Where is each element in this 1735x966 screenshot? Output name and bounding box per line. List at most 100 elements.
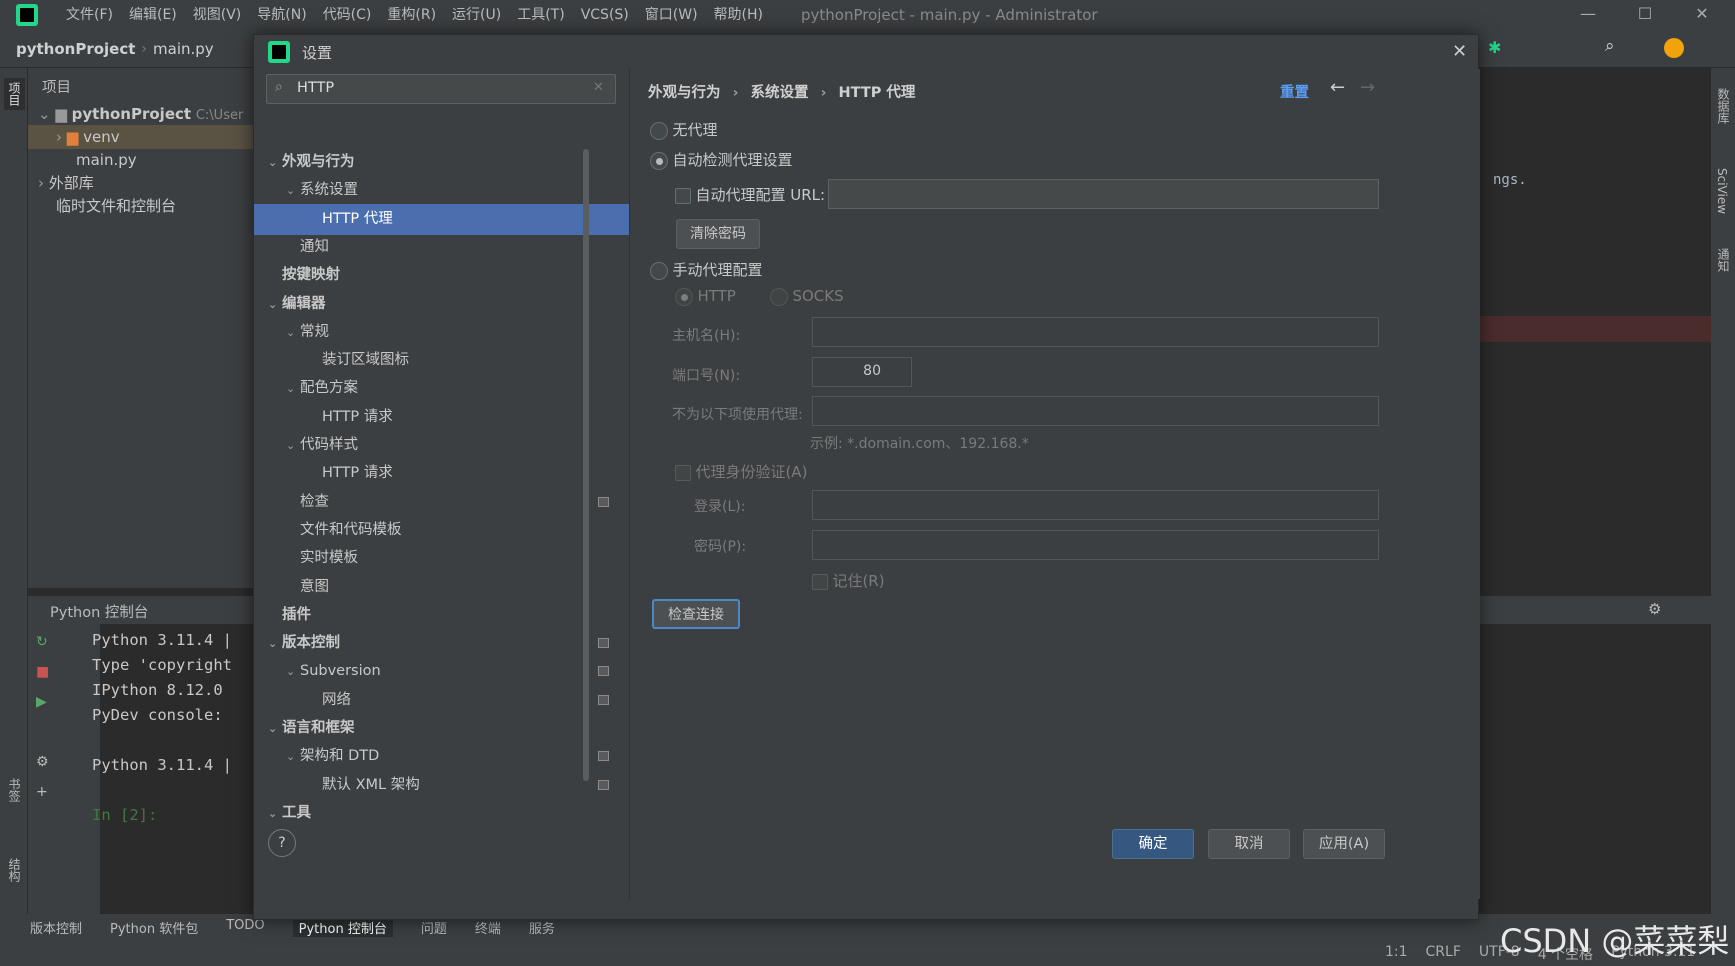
settings-nav-item[interactable]: 意图 xyxy=(254,572,629,603)
settings-nav-item[interactable]: ⌄ 编辑器 xyxy=(254,289,629,320)
settings-nav-item[interactable]: 按键映射 xyxy=(254,260,629,291)
password-field[interactable] xyxy=(812,530,1379,560)
settings-icon[interactable]: ⚙ xyxy=(36,754,49,770)
menu-item[interactable]: 工具(T) xyxy=(509,0,572,30)
clear-password-button[interactable]: 清除密码 xyxy=(676,219,760,249)
auto-url-checkbox[interactable] xyxy=(675,188,691,204)
settings-nav-item[interactable]: ⌄ 语言和框架 xyxy=(254,713,629,744)
remember-checkbox[interactable] xyxy=(812,574,828,590)
bottom-tool-tab[interactable]: 服务 xyxy=(529,918,555,937)
settings-nav-item[interactable]: ⌄ 配色方案 xyxy=(254,373,629,404)
settings-nav-item[interactable]: ⌄ Subversion xyxy=(254,656,629,687)
tree-item-scratches[interactable]: 临时文件和控制台 xyxy=(56,194,176,218)
settings-nav-item[interactable]: ⌄ 架构和 DTD xyxy=(254,741,629,772)
settings-nav-item[interactable]: ⌄ 版本控制 xyxy=(254,628,629,659)
status-position[interactable]: 1:1 xyxy=(1385,944,1408,964)
settings-gear-icon[interactable]: ⚙ xyxy=(1648,600,1661,618)
stop-icon[interactable]: ■ xyxy=(36,664,49,680)
auto-detect-radio[interactable] xyxy=(650,152,668,170)
forward-arrow-icon[interactable]: → xyxy=(1360,77,1375,98)
rerun-icon[interactable]: ↻ xyxy=(36,634,48,650)
notifications-tool-tab[interactable]: 通知 xyxy=(1715,248,1732,272)
menu-item[interactable]: VCS(S) xyxy=(573,0,637,30)
settings-nav-item[interactable]: 通知 xyxy=(254,232,629,263)
bottom-tool-tab[interactable]: 版本控制 xyxy=(30,918,82,937)
settings-nav-item[interactable]: ⌄ 代码样式 xyxy=(254,430,629,461)
run-icon[interactable]: ▶ xyxy=(36,694,47,710)
bottom-tool-tab[interactable]: 问题 xyxy=(421,918,447,937)
login-field[interactable] xyxy=(812,490,1379,520)
menu-item[interactable]: 代码(C) xyxy=(315,0,380,30)
menu-item[interactable]: 导航(N) xyxy=(249,0,314,30)
settings-nav-item[interactable]: HTTP 代理 xyxy=(254,203,629,235)
search-icon[interactable]: ⌕ xyxy=(1605,36,1615,56)
update-icon[interactable] xyxy=(1664,38,1684,58)
manual-proxy-option[interactable]: 手动代理配置 xyxy=(650,259,762,280)
nav-scrollbar[interactable] xyxy=(583,149,589,781)
settings-search-input[interactable]: HTTP xyxy=(297,80,334,96)
settings-nav-item[interactable]: 网络 xyxy=(254,685,629,716)
console-tab[interactable]: Python 控制台 xyxy=(50,601,148,622)
settings-nav-item[interactable]: HTTP 请求 xyxy=(254,458,629,489)
socks-radio[interactable] xyxy=(770,288,788,306)
add-icon[interactable]: + xyxy=(36,784,48,800)
help-button[interactable]: ? xyxy=(268,829,296,857)
bottom-tool-tab[interactable]: 终端 xyxy=(475,918,501,937)
remember-option[interactable]: 记住(R) xyxy=(812,570,885,591)
settings-nav-item[interactable]: 默认 XML 架构 xyxy=(254,770,629,801)
settings-nav-item[interactable]: ⌄ 常规 xyxy=(254,317,629,348)
manual-proxy-radio[interactable] xyxy=(650,262,668,280)
database-tool-tab[interactable]: 数据库 xyxy=(1715,88,1732,124)
apply-button[interactable]: 应用(A) xyxy=(1303,829,1385,859)
http-radio[interactable] xyxy=(675,288,693,306)
project-tool-tab[interactable]: 项目 xyxy=(4,78,25,110)
tree-item-venv[interactable]: › ▆ venv xyxy=(28,125,253,149)
auto-detect-option[interactable]: 自动检测代理设置 xyxy=(650,149,792,170)
settings-nav-item[interactable]: ⌄ 系统设置 xyxy=(254,175,629,206)
socks-option[interactable]: SOCKS xyxy=(770,287,844,306)
tree-item-main[interactable]: main.py xyxy=(76,148,137,172)
port-field[interactable]: 80 xyxy=(812,357,912,387)
menu-item[interactable]: 重构(R) xyxy=(379,0,444,30)
settings-nav-item[interactable]: ⌄ 外观与行为 xyxy=(254,147,629,178)
bottom-tool-tab[interactable]: Python 软件包 xyxy=(110,918,198,937)
bookmarks-tool-tab[interactable]: 书签 xyxy=(6,778,23,802)
settings-nav-item[interactable]: 插件 xyxy=(254,600,629,631)
nav-file[interactable]: main.py xyxy=(153,40,214,58)
ok-button[interactable]: 确定 xyxy=(1112,829,1194,859)
clear-search-icon[interactable]: ✕ xyxy=(593,80,604,95)
menu-item[interactable]: 帮助(H) xyxy=(706,0,771,30)
menu-item[interactable]: 文件(F) xyxy=(58,0,121,30)
menu-item[interactable]: 视图(V) xyxy=(185,0,250,30)
tree-item-external-libs[interactable]: › 外部库 xyxy=(38,171,94,195)
reset-link[interactable]: 重置 xyxy=(1280,81,1309,102)
minimize-icon[interactable]: — xyxy=(1560,0,1616,30)
tree-root[interactable]: ⌄ ▆ pythonProject C:\User xyxy=(38,102,243,126)
host-field[interactable] xyxy=(812,317,1379,347)
settings-search[interactable]: ⌕ HTTP ✕ xyxy=(266,74,616,104)
bottom-tool-tab[interactable]: TODO xyxy=(226,918,264,937)
proxy-auth-checkbox[interactable] xyxy=(675,465,691,481)
settings-nav-item[interactable]: 装订区域图标 xyxy=(254,345,629,376)
close-window-icon[interactable]: ✕ xyxy=(1674,0,1730,30)
settings-nav-item[interactable]: 文件和代码模板 xyxy=(254,515,629,546)
cancel-button[interactable]: 取消 xyxy=(1208,829,1290,859)
structure-tool-tab[interactable]: 结构 xyxy=(6,858,23,882)
project-panel-header[interactable]: 项目 xyxy=(42,76,71,97)
settings-nav-item[interactable]: HTTP 请求 xyxy=(254,402,629,433)
http-option[interactable]: HTTP xyxy=(675,287,736,306)
settings-nav-item[interactable]: ⌄ 工具 xyxy=(254,798,629,829)
dialog-close-icon[interactable]: ✕ xyxy=(1452,41,1467,62)
status-eol[interactable]: CRLF xyxy=(1426,944,1461,964)
settings-nav-item[interactable]: 实时模板 xyxy=(254,543,629,574)
menu-item[interactable]: 运行(U) xyxy=(444,0,509,30)
no-proxy-for-field[interactable] xyxy=(812,396,1379,426)
debug-icon[interactable]: ✱ xyxy=(1488,38,1501,57)
nav-project[interactable]: pythonProject xyxy=(16,40,135,58)
check-connection-button[interactable]: 检查连接 xyxy=(652,599,740,629)
auto-url-option[interactable]: 自动代理配置 URL: xyxy=(675,184,825,205)
menu-item[interactable]: 窗口(W) xyxy=(637,0,706,30)
no-proxy-option[interactable]: 无代理 xyxy=(650,119,717,140)
auto-url-field[interactable] xyxy=(828,179,1379,209)
no-proxy-radio[interactable] xyxy=(650,122,668,140)
